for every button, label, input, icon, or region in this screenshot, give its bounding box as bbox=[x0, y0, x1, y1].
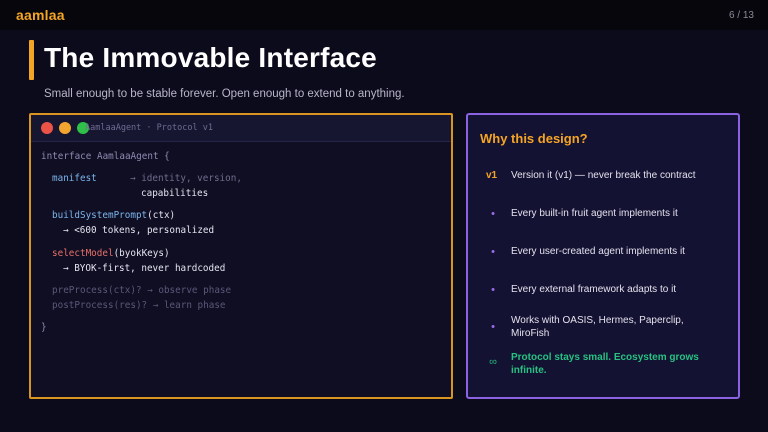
code-select-fn: selectModel bbox=[52, 248, 114, 259]
code-window-header: AamlaaAgent · Protocol v1 bbox=[31, 115, 451, 142]
bullet-icon: • bbox=[491, 284, 495, 296]
code-panel: AamlaaAgent · Protocol v1 interface Aaml… bbox=[29, 113, 453, 399]
code-body: interface AamlaaAgent { manifest → ident… bbox=[31, 142, 451, 397]
code-preprocess-line: preProcess(ctx)? → observe phase bbox=[52, 285, 232, 296]
why-item-text: Every user-created agent implements it bbox=[511, 246, 685, 257]
bullet-icon: • bbox=[491, 321, 495, 333]
code-manifest-key: manifest bbox=[52, 173, 97, 184]
code-build-note: → <600 tokens, personalized bbox=[63, 225, 215, 236]
close-dot-icon[interactable] bbox=[41, 122, 53, 134]
infinity-icon: ∞ bbox=[489, 356, 497, 368]
code-select-note: → BYOK-first, never hardcoded bbox=[63, 263, 226, 274]
bullet-icon: • bbox=[491, 208, 495, 220]
code-select-args: (byokKeys) bbox=[113, 248, 170, 259]
why-item-text: Protocol stays small. Ecosystem grows in… bbox=[511, 352, 699, 376]
why-item-text: Works with OASIS, Hermes, Paperclip, Mir… bbox=[511, 315, 684, 339]
bullet-icon: • bbox=[491, 246, 495, 258]
code-interface-open: interface AamlaaAgent { bbox=[41, 151, 170, 162]
why-item-text: Every built-in fruit agent implements it bbox=[511, 208, 678, 219]
code-build-line: buildSystemPrompt(ctx) bbox=[52, 210, 175, 221]
code-manifest-note: → identity, version, bbox=[130, 173, 242, 184]
code-select-line: selectModel(byokKeys) bbox=[52, 248, 170, 259]
code-manifest-note-2: capabilities bbox=[141, 188, 209, 199]
top-bar: aamlaa 6 / 13 bbox=[0, 0, 768, 30]
slide-title: The Immovable Interface bbox=[44, 42, 377, 73]
code-interface-close: } bbox=[41, 322, 47, 333]
brand-logo: aamlaa bbox=[16, 7, 65, 23]
why-panel: Why this design? v1 Version it (v1) — ne… bbox=[466, 113, 740, 399]
version-badge: v1 bbox=[486, 170, 498, 181]
code-build-fn: buildSystemPrompt bbox=[52, 210, 148, 221]
slide-counter: 6 / 13 bbox=[728, 9, 754, 21]
code-build-args: (ctx) bbox=[147, 210, 176, 221]
slide-subtitle: Small enough to be stable forever. Open … bbox=[44, 88, 405, 100]
code-postprocess-line: postProcess(res)? → learn phase bbox=[52, 300, 226, 311]
code-tab-label: AamlaaAgent · Protocol v1 bbox=[85, 123, 213, 133]
why-title: Why this design? bbox=[480, 131, 588, 146]
why-item-text: Version it (v1) — never break the contra… bbox=[511, 170, 696, 181]
title-accent-bar bbox=[29, 40, 34, 80]
why-item-text: Every external framework adapts to it bbox=[511, 284, 677, 295]
minimize-dot-icon[interactable] bbox=[59, 122, 71, 134]
